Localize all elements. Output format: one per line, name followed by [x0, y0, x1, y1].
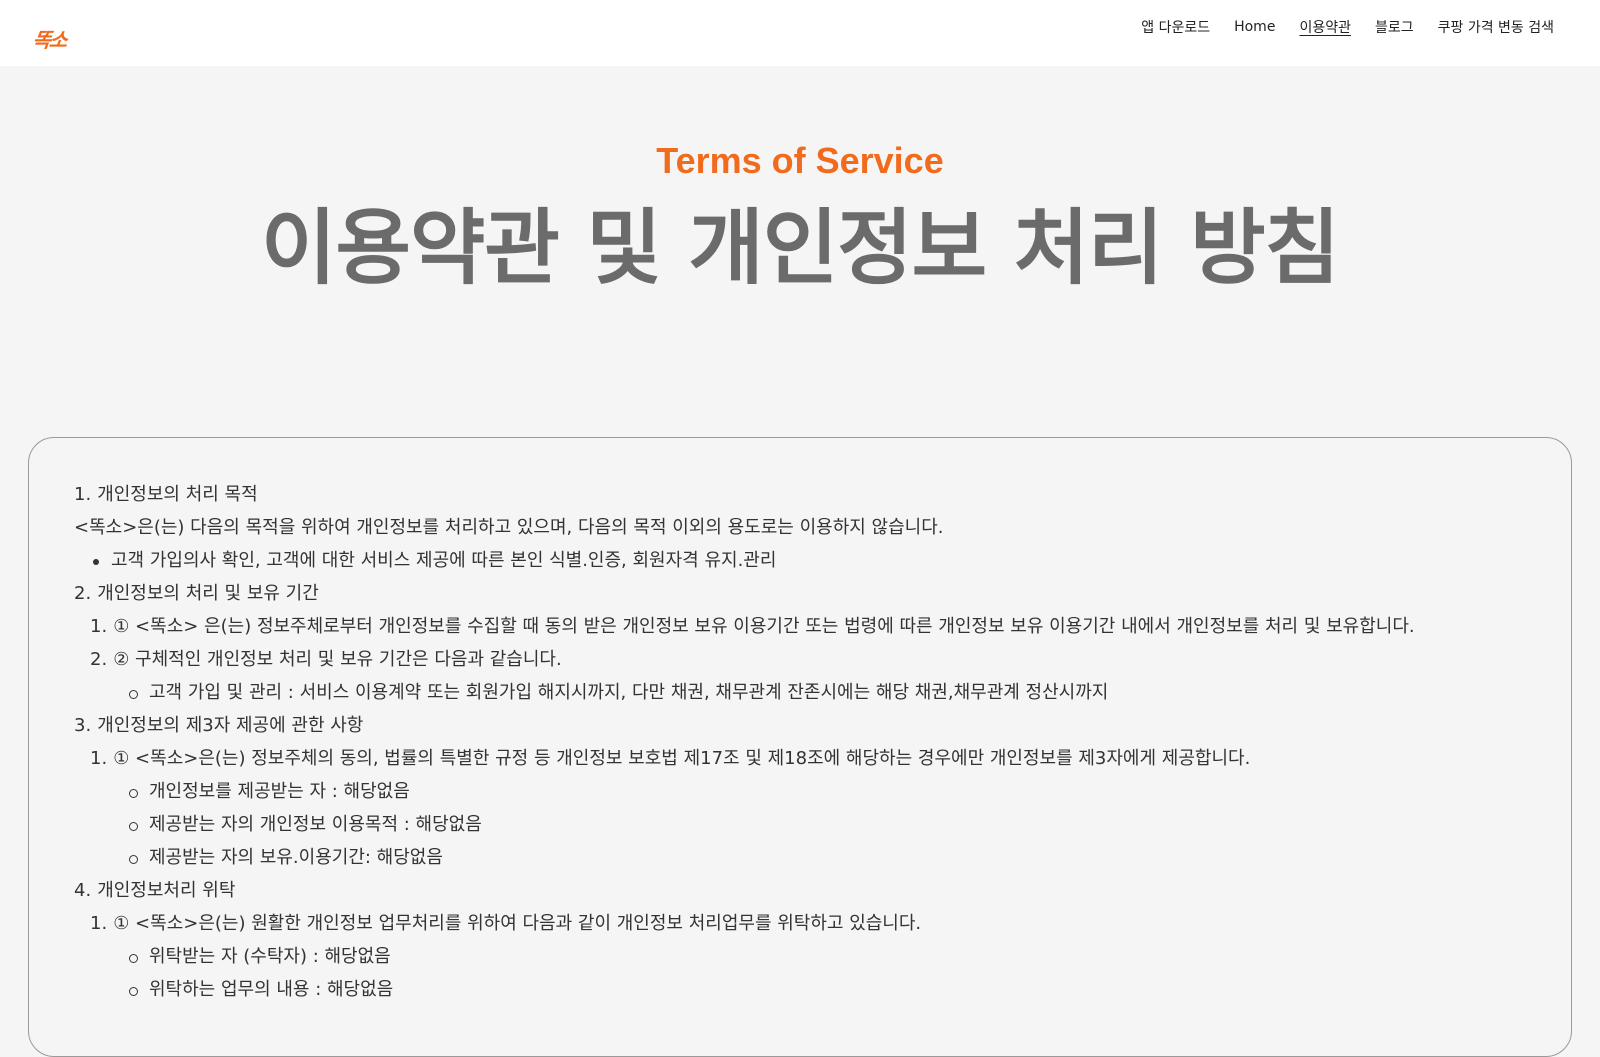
- item-text: 제공받는 자의 개인정보 이용목적 : 해당없음: [149, 814, 482, 835]
- policy-card: 1. 개인정보의 처리 목적 <똑소>은(는) 다음의 목적을 위하여 개인정보를 …: [28, 437, 1572, 1057]
- brand-logo-text: 똑소: [30, 27, 67, 52]
- item-text: ① <똑소> 은(는) 정보주체로부터 개인정보를 수집할 때 동의 받은 개인…: [113, 616, 1415, 637]
- item-text: 개인정보를 제공받는 자 : 해당없음: [149, 781, 410, 802]
- main-nav: 앱 다운로드 Home 이용약관 블로그 쿠팡 가격 변동 검색: [1141, 16, 1554, 38]
- policy-content: 1. 개인정보의 처리 목적 <똑소>은(는) 다음의 목적을 위하여 개인정보를 …: [74, 478, 1554, 1006]
- section-heading: 3. 개인정보의 제3자 제공에 관한 사항: [74, 709, 1554, 742]
- nav-item-home[interactable]: Home: [1234, 19, 1275, 35]
- sub-bullet-item: 제공받는 자의 보유.이용기간: 해당없음: [74, 841, 1554, 874]
- sub-bullet-item: 고객 가입 및 관리 : 서비스 이용계약 또는 회원가입 해지시까지, 다만 …: [74, 676, 1554, 709]
- sub-bullet-item: 제공받는 자의 개인정보 이용목적 : 해당없음: [74, 808, 1554, 841]
- item-text: 위탁받는 자 (수탁자) : 해당없음: [149, 946, 391, 967]
- nav-item-coupang-price-search[interactable]: 쿠팡 가격 변동 검색: [1438, 17, 1554, 37]
- brand-logo[interactable]: 똑소: [28, 22, 70, 54]
- hero-eyebrow: Terms of Service: [656, 140, 944, 181]
- section-heading: 4. 개인정보처리 위탁: [74, 874, 1554, 907]
- numbered-item: 1. ① <똑소>은(는) 정보주체의 동의, 법률의 특별한 규정 등 개인정보…: [74, 742, 1554, 775]
- section-paragraph: <똑소>은(는) 다음의 목적을 위하여 개인정보를 처리하고 있으며, 다음의…: [74, 511, 1554, 544]
- sub-bullet-item: 개인정보를 제공받는 자 : 해당없음: [74, 775, 1554, 808]
- hero-section: Terms of Service 이용약관 및 개인정보 처리 방침: [0, 66, 1600, 436]
- item-number: 1.: [74, 484, 92, 505]
- item-text: 고객 가입의사 확인, 고객에 대한 서비스 제공에 따른 본인 식별.인증, …: [111, 550, 777, 571]
- nav-item-app-download[interactable]: 앱 다운로드: [1141, 17, 1210, 37]
- item-text: 위탁하는 업무의 내용 : 해당없음: [149, 979, 394, 1000]
- item-number: 1.: [90, 913, 108, 934]
- item-text: 개인정보의 처리 목적: [97, 484, 258, 505]
- top-navigation-bar: 똑소 앱 다운로드 Home 이용약관 블로그 쿠팡 가격 변동 검색: [0, 0, 1600, 66]
- item-text: ① <똑소>은(는) 원활한 개인정보 업무처리를 위하여 다음과 같이 개인정…: [113, 913, 922, 934]
- sub-bullet-item: 위탁하는 업무의 내용 : 해당없음: [74, 973, 1554, 1006]
- item-text: 개인정보의 처리 및 보유 기간: [97, 583, 319, 604]
- bullet-item: 고객 가입의사 확인, 고객에 대한 서비스 제공에 따른 본인 식별.인증, …: [74, 544, 1554, 577]
- item-number: 4.: [74, 880, 92, 901]
- item-text: ② 구체적인 개인정보 처리 및 보유 기간은 다음과 같습니다.: [113, 649, 562, 670]
- section-heading: 2. 개인정보의 처리 및 보유 기간: [74, 577, 1554, 610]
- sub-bullet-item: 위탁받는 자 (수탁자) : 해당없음: [74, 940, 1554, 973]
- section-heading: 1. 개인정보의 처리 목적: [74, 478, 1554, 511]
- item-text: <똑소>은(는) 다음의 목적을 위하여 개인정보를 처리하고 있으며, 다음의…: [74, 517, 944, 538]
- item-text: 제공받는 자의 보유.이용기간: 해당없음: [149, 847, 443, 868]
- item-number: 3.: [74, 715, 92, 736]
- item-text: 고객 가입 및 관리 : 서비스 이용계약 또는 회원가입 해지시까지, 다만 …: [149, 682, 1109, 703]
- nav-item-blog[interactable]: 블로그: [1375, 17, 1414, 37]
- item-text: 개인정보의 제3자 제공에 관한 사항: [97, 715, 364, 736]
- numbered-item: 1. ① <똑소> 은(는) 정보주체로부터 개인정보를 수집할 때 동의 받은 …: [74, 610, 1554, 643]
- numbered-item: 1. ① <똑소>은(는) 원활한 개인정보 업무처리를 위하여 다음과 같이 개…: [74, 907, 1554, 940]
- page-title: 이용약관 및 개인정보 처리 방침: [261, 201, 1340, 296]
- item-number: 1.: [90, 616, 108, 637]
- item-text: ① <똑소>은(는) 정보주체의 동의, 법률의 특별한 규정 등 개인정보 보…: [113, 748, 1251, 769]
- numbered-item: 2. ② 구체적인 개인정보 처리 및 보유 기간은 다음과 같습니다.: [74, 643, 1554, 676]
- item-number: 2.: [74, 583, 92, 604]
- nav-item-terms[interactable]: 이용약관: [1299, 17, 1351, 37]
- item-number: 1.: [90, 748, 108, 769]
- item-number: 2.: [90, 649, 108, 670]
- item-text: 개인정보처리 위탁: [97, 880, 236, 901]
